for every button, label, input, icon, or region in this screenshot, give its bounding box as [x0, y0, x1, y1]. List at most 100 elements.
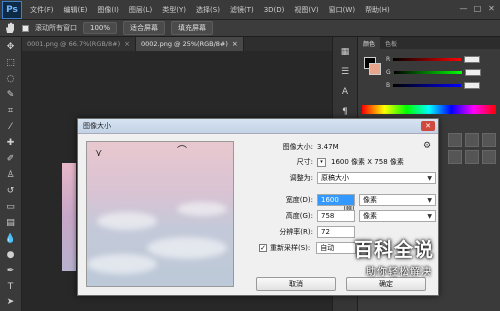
fill-screen-button[interactable]: 填充屏幕: [171, 21, 214, 35]
width-unit-value: 像素: [363, 196, 377, 204]
menu-filter[interactable]: 滤镜(T): [225, 5, 259, 15]
minimize-button[interactable]: —: [459, 4, 468, 13]
fit-screen-button[interactable]: 适合屏幕: [123, 21, 166, 35]
adjustment-hue-icon[interactable]: [465, 150, 479, 164]
blur-tool-icon[interactable]: 💧: [3, 231, 19, 246]
adjustment-levels-icon[interactable]: [465, 133, 479, 147]
adjustment-curves-icon[interactable]: [482, 133, 496, 147]
healing-brush-tool-icon[interactable]: ✚: [3, 136, 19, 151]
menu-select[interactable]: 选择(S): [191, 5, 225, 15]
height-input[interactable]: 758: [317, 210, 355, 222]
close-icon[interactable]: ×: [124, 40, 130, 48]
height-label: 高度(G):: [285, 212, 313, 220]
blue-slider-label: B: [386, 81, 391, 89]
scroll-all-windows-checkbox[interactable]: [22, 24, 29, 32]
blue-slider[interactable]: B: [386, 81, 481, 89]
width-input[interactable]: 1600: [317, 194, 355, 206]
dialog-title-bar[interactable]: 图像大小: [78, 119, 438, 134]
maximize-button[interactable]: □: [473, 4, 482, 13]
eyedropper-tool-icon[interactable]: ⁄: [3, 120, 19, 135]
menu-help[interactable]: 帮助(H): [360, 5, 395, 15]
bird-icon: ⌒: [177, 146, 187, 157]
adjustment-color-balance-icon[interactable]: [482, 150, 496, 164]
properties-icon[interactable]: ☰: [338, 65, 352, 79]
menu-window[interactable]: 窗口(W): [324, 5, 360, 15]
resolution-label: 分辨率(R):: [279, 228, 313, 236]
tab-0002[interactable]: 0002.png @ 25%(RGB/8#) ×: [136, 37, 244, 51]
fit-to-row: 调整为: 原稿大小 ▼: [263, 172, 436, 184]
close-icon[interactable]: ×: [232, 40, 238, 48]
width-unit-select[interactable]: 像素 ▼: [359, 194, 436, 206]
tools-panel: ✥ ⬚ ◌ ✎ ⌗ ⁄ ✚ ✐ ♙ ↺ ▭ ▤ 💧 ● ✒ T ➤: [0, 37, 22, 311]
quick-select-tool-icon[interactable]: ✎: [3, 88, 19, 103]
character-icon[interactable]: A: [338, 85, 352, 99]
path-selection-tool-icon[interactable]: ➤: [3, 295, 19, 310]
gradient-tool-icon[interactable]: ▤: [3, 215, 19, 230]
height-unit-value: 像素: [363, 212, 377, 220]
tab-label: 0002.png @ 25%(RGB/8#): [141, 40, 228, 48]
fit-to-value: 原稿大小: [321, 174, 349, 182]
crop-tool-icon[interactable]: ⌗: [3, 104, 19, 119]
watermark: 百科全说 助你轻松解决: [340, 235, 472, 287]
menu-layer[interactable]: 图层(L): [124, 5, 157, 15]
green-slider-label: G: [386, 68, 391, 76]
tab-label: 0001.png @ 66.7%(RGB/8#): [27, 40, 121, 48]
width-label: 宽度(D):: [285, 196, 313, 204]
dimensions-value: 1600 像素 X 758 像素: [331, 158, 404, 166]
eraser-tool-icon[interactable]: ▭: [3, 199, 19, 214]
red-slider[interactable]: R: [386, 55, 481, 63]
dimensions-label: 尺寸:: [296, 158, 313, 166]
chevron-down-icon: ▼: [427, 212, 432, 220]
color-panel-tabs: 颜色 色板: [358, 37, 500, 49]
height-unit-select[interactable]: 像素 ▼: [359, 210, 436, 222]
green-value-field[interactable]: [464, 68, 481, 76]
green-slider[interactable]: G: [386, 68, 481, 76]
lasso-tool-icon[interactable]: ◌: [3, 72, 19, 87]
resample-checkbox[interactable]: ✓: [259, 244, 267, 252]
clone-stamp-tool-icon[interactable]: ♙: [3, 168, 19, 183]
menu-image[interactable]: 图像(I): [92, 5, 124, 15]
adjustment-vibrance-icon[interactable]: [448, 150, 462, 164]
watermark-subtitle: 助你轻松解决: [366, 267, 432, 278]
gear-icon[interactable]: ⚙: [423, 141, 431, 151]
menu-view[interactable]: 视图(V): [289, 5, 323, 15]
color-spectrum-bar[interactable]: [362, 105, 496, 114]
height-row: 高度(G): 758 像素 ▼: [263, 210, 436, 222]
cancel-button[interactable]: 取消: [256, 277, 336, 291]
image-preview[interactable]: ⋎ ⌒: [86, 141, 234, 287]
close-window-button[interactable]: ✕: [487, 4, 496, 13]
adjustment-brightness-icon[interactable]: [448, 133, 462, 147]
background-color-swatch[interactable]: [369, 63, 381, 75]
scroll-all-windows-label: 滚动所有窗口: [35, 24, 77, 32]
blue-value-field[interactable]: [464, 81, 481, 89]
brush-tool-icon[interactable]: ✐: [3, 152, 19, 167]
tab-color[interactable]: 颜色: [358, 37, 381, 49]
menu-file[interactable]: 文件(F): [25, 5, 59, 15]
image-size-value: 3.47M: [317, 143, 339, 151]
red-value-field[interactable]: [464, 55, 481, 63]
tab-0001[interactable]: 0001.png @ 66.7%(RGB/8#) ×: [22, 37, 136, 51]
image-size-label: 图像大小:: [282, 143, 313, 151]
history-brush-tool-icon[interactable]: ↺: [3, 183, 19, 198]
paragraph-icon[interactable]: ¶: [338, 105, 352, 119]
dialog-title: 图像大小: [83, 122, 111, 130]
tab-swatches[interactable]: 色板: [380, 37, 402, 49]
hand-tool-icon[interactable]: [4, 22, 16, 34]
move-tool-icon[interactable]: ✥: [3, 40, 19, 55]
marquee-tool-icon[interactable]: ⬚: [3, 56, 19, 71]
chevron-down-icon[interactable]: ▾: [317, 157, 326, 167]
type-tool-icon[interactable]: T: [3, 279, 19, 294]
fit-to-select[interactable]: 原稿大小 ▼: [317, 172, 436, 184]
red-slider-label: R: [386, 55, 391, 63]
zoom-100-button[interactable]: 100%: [83, 22, 118, 34]
resample-label: 重新采样(S):: [270, 244, 311, 252]
menu-type[interactable]: 类型(Y): [157, 5, 191, 15]
menu-edit[interactable]: 编辑(E): [59, 5, 93, 15]
menu-3d[interactable]: 3D(D): [259, 6, 290, 14]
pen-tool-icon[interactable]: ✒: [3, 263, 19, 278]
history-icon[interactable]: ▦: [338, 45, 352, 59]
dodge-tool-icon[interactable]: ●: [3, 247, 19, 262]
photoshop-logo: Ps: [2, 0, 22, 19]
dialog-close-button[interactable]: ✕: [421, 121, 435, 131]
document-tabs: 0001.png @ 66.7%(RGB/8#) × 0002.png @ 25…: [22, 37, 332, 51]
